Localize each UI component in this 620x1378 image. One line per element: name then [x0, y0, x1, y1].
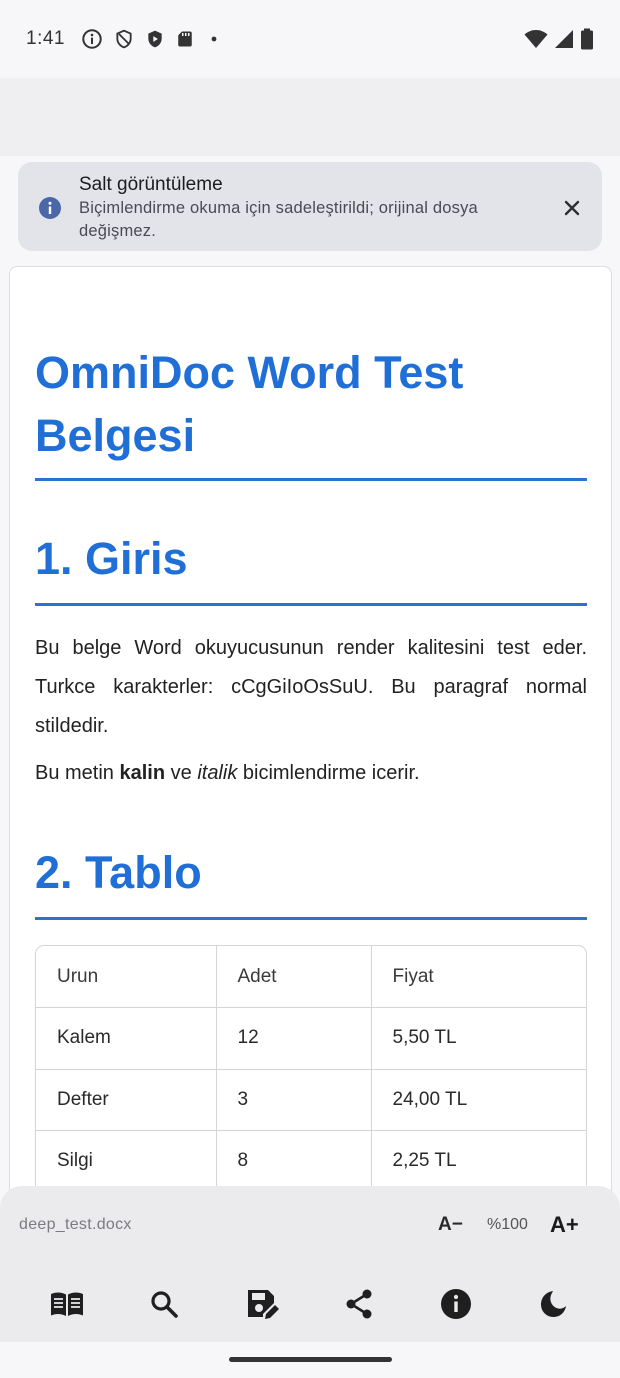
dark-mode-icon[interactable]: [535, 1286, 571, 1322]
section-rule-2: [35, 917, 587, 920]
battery-icon: [581, 28, 593, 50]
bottom-panel: deep_test.docx A− %100 A+: [0, 1186, 620, 1342]
table-cell: 12: [215, 1007, 372, 1070]
info-icon[interactable]: [438, 1286, 474, 1322]
table-cell: 3: [215, 1068, 372, 1131]
status-icons-left: [81, 28, 223, 50]
document-view[interactable]: OmniDoc Word Test Belgesi 1. Giris Bu be…: [9, 266, 612, 1266]
table-cell: Defter: [36, 1068, 217, 1131]
zoom-level: %100: [487, 1216, 528, 1233]
share-icon[interactable]: [341, 1286, 377, 1322]
paragraph-2: Bu metin kalin ve italik bicimlendirme i…: [35, 754, 587, 793]
reader-mode-icon[interactable]: [49, 1286, 85, 1322]
table-row: Silgi 8 2,25 TL: [36, 1130, 586, 1193]
table-cell: 5,50 TL: [370, 1007, 586, 1070]
para2-italic: italik: [197, 762, 238, 784]
para2-mid: ve: [165, 762, 198, 784]
banner-body: Biçimlendirme okuma için sadeleştirildi;…: [79, 199, 478, 240]
read-only-banner: Salt görüntüleme Biçimlendirme okuma içi…: [18, 162, 602, 251]
table-cell: Silgi: [36, 1130, 217, 1193]
para2-bold: kalin: [119, 762, 166, 784]
para2-suffix: bicimlendirme icerir.: [237, 762, 420, 784]
table-cell: 8: [215, 1130, 372, 1193]
table-row: Defter 3 24,00 TL: [36, 1068, 586, 1131]
section-rule-1: [35, 603, 587, 606]
para2-prefix: Bu metin: [35, 762, 120, 784]
shield-play-icon: [148, 30, 162, 48]
status-bar: 1:41: [0, 0, 620, 78]
document-title: OmniDoc Word Test Belgesi: [35, 347, 464, 461]
signal-icon: [555, 30, 573, 48]
info-circle-icon: [82, 29, 102, 49]
shield-icon: [116, 29, 132, 49]
table-header-cell: Adet: [215, 946, 372, 1008]
banner-title: Salt görüntüleme: [79, 174, 223, 195]
wifi-icon: [524, 30, 548, 48]
table-row: Kalem 12 5,50 TL: [36, 1007, 586, 1070]
zoom-decrease-button[interactable]: A−: [438, 1214, 463, 1236]
table-header-cell: Fiyat: [370, 946, 586, 1008]
close-icon[interactable]: [560, 196, 584, 225]
product-table: Urun Adet Fiyat Kalem 12 5,50 TL Defter …: [35, 945, 587, 1194]
status-time: 1:41: [26, 28, 65, 49]
table-cell: Kalem: [36, 1007, 217, 1070]
gesture-nav-handle[interactable]: [229, 1357, 392, 1362]
dot-icon: [211, 36, 217, 42]
paragraph-1: Bu belge Word okuyucusunun render kalite…: [35, 637, 587, 737]
title-rule: [35, 478, 587, 481]
search-icon[interactable]: [146, 1286, 182, 1322]
save-edit-icon[interactable]: [244, 1286, 280, 1322]
section-heading-1: 1. Giris: [35, 533, 188, 584]
zoom-increase-button[interactable]: A+: [550, 1212, 579, 1238]
table-cell: 2,25 TL: [370, 1130, 586, 1193]
sd-card-icon: [178, 31, 192, 47]
section-heading-2: 2. Tablo: [35, 847, 202, 898]
table-header-cell: Urun: [36, 946, 217, 1008]
table-header-row: Urun Adet Fiyat: [36, 946, 586, 1008]
info-icon: [38, 196, 62, 225]
banner-text: Salt görüntüleme Biçimlendirme okuma içi…: [79, 173, 549, 243]
table-cell: 24,00 TL: [370, 1068, 586, 1131]
file-name: deep_test.docx: [19, 1216, 132, 1233]
app-bar: [0, 78, 620, 156]
status-icons-right: [524, 28, 594, 50]
